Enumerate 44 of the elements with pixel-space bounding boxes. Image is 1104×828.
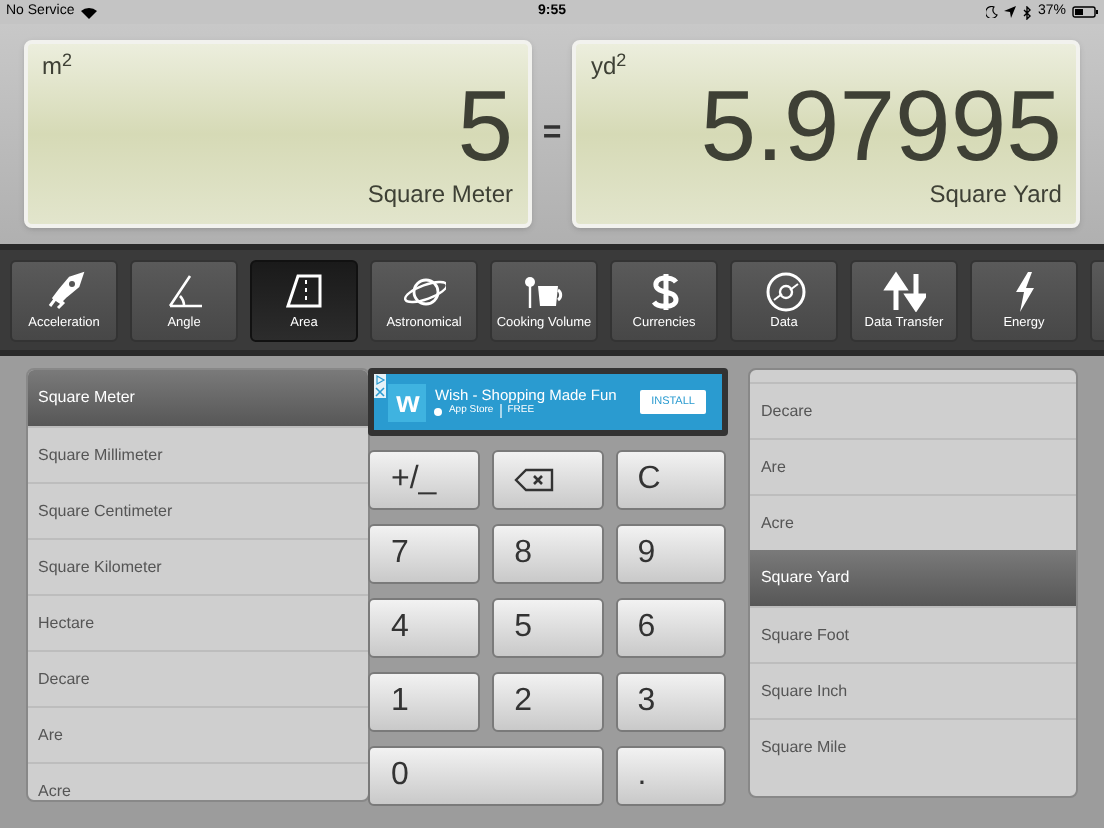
- wifi-icon: [80, 5, 99, 19]
- bluetooth-icon: [1021, 5, 1032, 19]
- keypad-key[interactable]: 2: [492, 672, 604, 732]
- up-down-arrows-icon: [882, 269, 926, 311]
- location-arrow-icon: [1003, 6, 1016, 18]
- keypad-key[interactable]: 5: [492, 598, 604, 658]
- disc-icon: [762, 269, 806, 311]
- keypad-key[interactable]: 3: [615, 672, 727, 732]
- keypad-key[interactable]: 1: [368, 672, 481, 732]
- keypad-key[interactable]: 9: [615, 524, 727, 584]
- unit-list-item[interactable]: Square Mile: [750, 718, 1076, 774]
- keypad-key[interactable]: +/_: [368, 450, 481, 510]
- unit-list-item[interactable]: Square Foot: [750, 606, 1076, 662]
- unit-list-item[interactable]: Decare: [28, 650, 369, 706]
- backspace-key[interactable]: [492, 450, 604, 510]
- keypad-key[interactable]: C: [615, 450, 727, 510]
- trapezoid-icon: [282, 269, 326, 311]
- display-value: 5: [457, 80, 514, 172]
- unit-list-item[interactable]: Square Inch: [750, 662, 1076, 718]
- unit-name: Square Meter: [367, 180, 514, 208]
- unit-list-item[interactable]: Square Millimeter: [28, 426, 369, 482]
- unit-symbol: yd$^{2}$: [590, 52, 627, 80]
- keypad-key[interactable]: 6: [615, 598, 727, 658]
- unit-name: Square Yard: [929, 180, 1062, 208]
- keypad-key[interactable]: 8: [492, 524, 604, 584]
- ad-choices-icon: [374, 374, 387, 386]
- unit-symbol: m$^{2}$: [42, 52, 73, 80]
- unit-list-item[interactable]: Are: [750, 438, 1076, 494]
- battery-icon: [1071, 6, 1098, 18]
- equals-sign: =: [540, 114, 564, 154]
- keypad-key[interactable]: 0: [368, 746, 604, 806]
- keypad-key[interactable]: 7: [368, 524, 481, 584]
- backspace-icon: [514, 468, 555, 492]
- keypad-key[interactable]: .: [615, 746, 727, 806]
- unit-list-item[interactable]: Square Centimeter: [28, 482, 369, 538]
- keypad-key[interactable]: 4: [368, 598, 481, 658]
- unit-list-item[interactable]: Decare: [750, 382, 1076, 438]
- moon-icon: [985, 6, 998, 18]
- display-value: 5.97995: [700, 80, 1062, 172]
- unit-list-item[interactable]: Square Meter: [28, 370, 369, 426]
- close-icon: [374, 386, 387, 398]
- unit-list-item[interactable]: Are: [28, 706, 369, 762]
- unit-list-item[interactable]: Square Yard: [750, 550, 1076, 606]
- app-logo: w: [388, 383, 427, 421]
